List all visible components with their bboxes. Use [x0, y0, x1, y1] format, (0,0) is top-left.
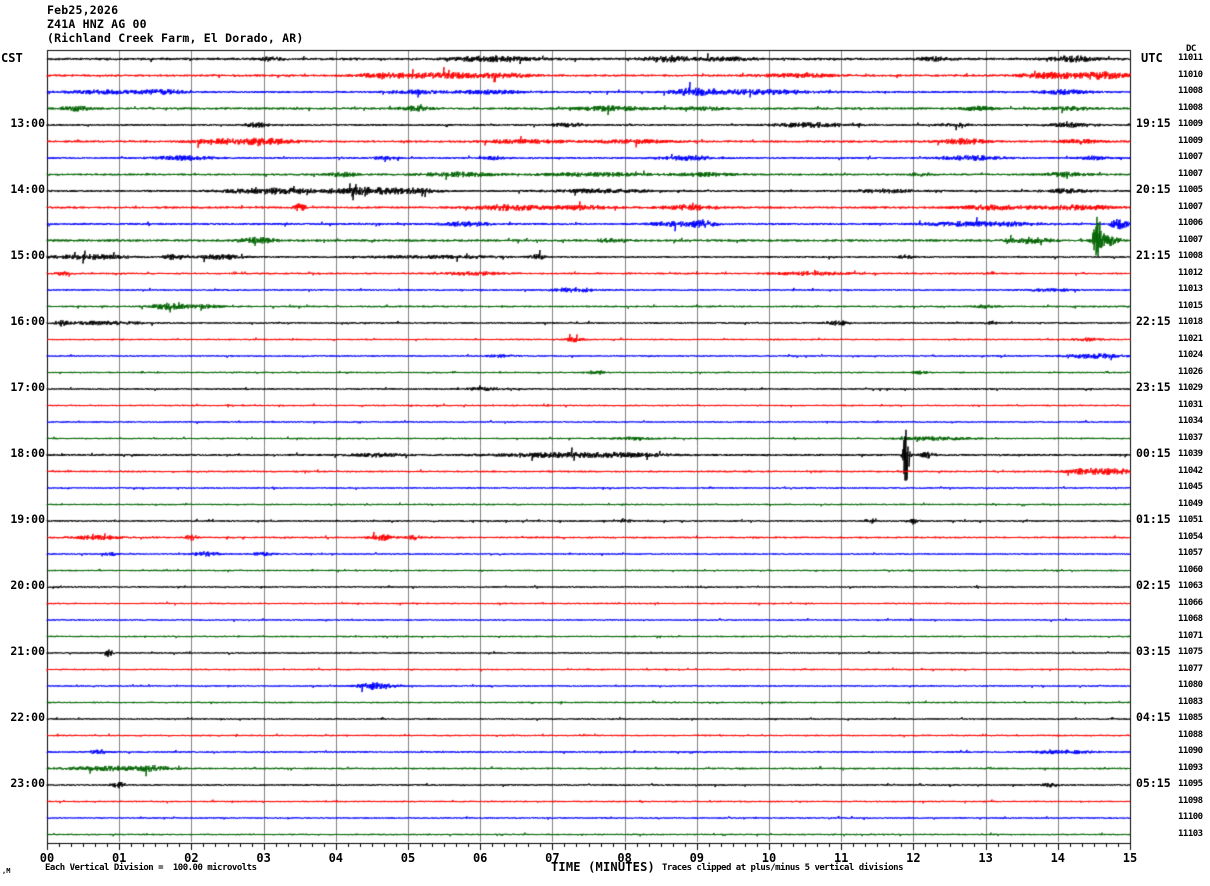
x-tick-label: 13 [978, 851, 993, 865]
dc-value: 11054 [1178, 531, 1203, 542]
dc-value: 11057 [1178, 548, 1203, 558]
x-tick-label: 14 [1050, 851, 1066, 865]
cst-time-label: 17:00 [10, 380, 45, 394]
dc-value: 11098 [1178, 795, 1203, 806]
utc-time-label: 02:15 [1136, 578, 1171, 592]
cst-time-label: 18:00 [10, 446, 45, 460]
cst-time-label: 23:00 [10, 776, 45, 790]
dc-value: 11042 [1178, 465, 1203, 476]
dc-value: 11015 [1178, 300, 1203, 311]
dc-value: 11007 [1178, 152, 1203, 162]
cst-time-label: 14:00 [10, 182, 45, 196]
scale-note: Each Vertical Division = 100.00 microvol… [45, 863, 257, 873]
header-location: (Richland Creek Farm, El Dorado, AR) [47, 31, 304, 45]
cst-time-label: 19:00 [10, 512, 45, 526]
x-tick-label: 04 [328, 851, 344, 865]
utc-time-label: 20:15 [1136, 182, 1171, 196]
x-tick-label: 06 [472, 851, 488, 865]
cst-time-label: 15:00 [10, 248, 45, 262]
dc-value: 11080 [1178, 680, 1203, 690]
dc-value: 11010 [1178, 69, 1203, 80]
dc-value: 11024 [1178, 350, 1203, 360]
cst-time-label: 16:00 [10, 314, 45, 328]
x-tick-label: 15 [1122, 851, 1138, 865]
dc-value: 11006 [1178, 218, 1203, 228]
dc-value: 11039 [1178, 449, 1203, 459]
dc-value: 11051 [1178, 515, 1203, 525]
dc-value: 11093 [1178, 762, 1203, 773]
dc-value: 11100 [1178, 812, 1203, 822]
dc-value: 11005 [1178, 185, 1203, 195]
utc-time-label: 22:15 [1136, 314, 1171, 328]
utc-time-label: 05:15 [1136, 776, 1171, 790]
helicorder-canvas [0, 0, 1210, 886]
header-station: Z41A HNZ AG 00 [47, 17, 147, 31]
dc-value: 11037 [1178, 432, 1203, 443]
cst-time-label: 13:00 [10, 116, 45, 130]
dc-value: 11029 [1178, 383, 1203, 393]
dc-value: 11031 [1178, 399, 1203, 410]
dc-value: 11012 [1178, 267, 1203, 278]
dc-value: 11011 [1178, 53, 1203, 63]
header-date: Feb25,2026 [47, 3, 119, 17]
right-axis-label: UTC [1141, 51, 1163, 65]
helicorder-page: Feb25,2026 Z41A HNZ AG 00 (Richland Cree… [0, 0, 1210, 886]
dc-value: 11090 [1178, 746, 1203, 756]
dc-value: 11026 [1178, 366, 1203, 377]
dc-value: 11034 [1178, 416, 1203, 426]
utc-time-label: 00:15 [1136, 446, 1171, 460]
dc-value: 11008 [1178, 86, 1203, 96]
utc-time-label: 23:15 [1136, 380, 1171, 394]
dc-value: 11085 [1178, 713, 1203, 723]
cst-time-label: 21:00 [10, 644, 45, 658]
utc-time-label: 04:15 [1136, 710, 1171, 724]
dc-value: 11007 [1178, 201, 1203, 212]
dc-value: 11008 [1178, 251, 1203, 261]
dc-value: 11066 [1178, 597, 1203, 608]
dc-value: 11013 [1178, 284, 1203, 294]
dc-value: 11075 [1178, 647, 1203, 657]
cst-time-label: 20:00 [10, 578, 45, 592]
utc-time-label: 19:15 [1136, 116, 1171, 130]
dc-value: 11083 [1178, 696, 1203, 707]
dc-value: 11009 [1178, 135, 1203, 146]
clip-note: Traces clipped at plus/minus 5 vertical … [662, 863, 904, 873]
dc-value: 11007 [1178, 168, 1203, 179]
dc-value: 11009 [1178, 119, 1203, 129]
utc-time-label: 21:15 [1136, 248, 1171, 262]
dc-value: 11007 [1178, 234, 1203, 245]
utc-time-label: 01:15 [1136, 512, 1171, 526]
x-tick-label: 05 [400, 851, 416, 865]
utc-time-label: 03:15 [1136, 644, 1171, 658]
dc-value: 11049 [1178, 498, 1203, 509]
dc-value: 11095 [1178, 779, 1203, 789]
x-axis-title: TIME (MINUTES) [551, 860, 655, 874]
dc-value: 11060 [1178, 564, 1203, 575]
corner-mark: ,M [2, 867, 11, 875]
dc-value: 11077 [1178, 663, 1203, 674]
cst-time-label: 22:00 [10, 710, 45, 724]
left-axis-label: CST [1, 51, 23, 65]
dc-value: 11071 [1178, 630, 1203, 641]
dc-value: 11088 [1178, 729, 1203, 740]
dc-value: 11008 [1178, 102, 1203, 113]
dc-value: 11045 [1178, 482, 1203, 492]
dc-value: 11021 [1178, 333, 1203, 344]
dc-value: 11068 [1178, 614, 1203, 624]
dc-value: 11063 [1178, 581, 1203, 591]
dc-value: 11018 [1178, 317, 1203, 327]
dc-value: 11103 [1178, 828, 1203, 839]
